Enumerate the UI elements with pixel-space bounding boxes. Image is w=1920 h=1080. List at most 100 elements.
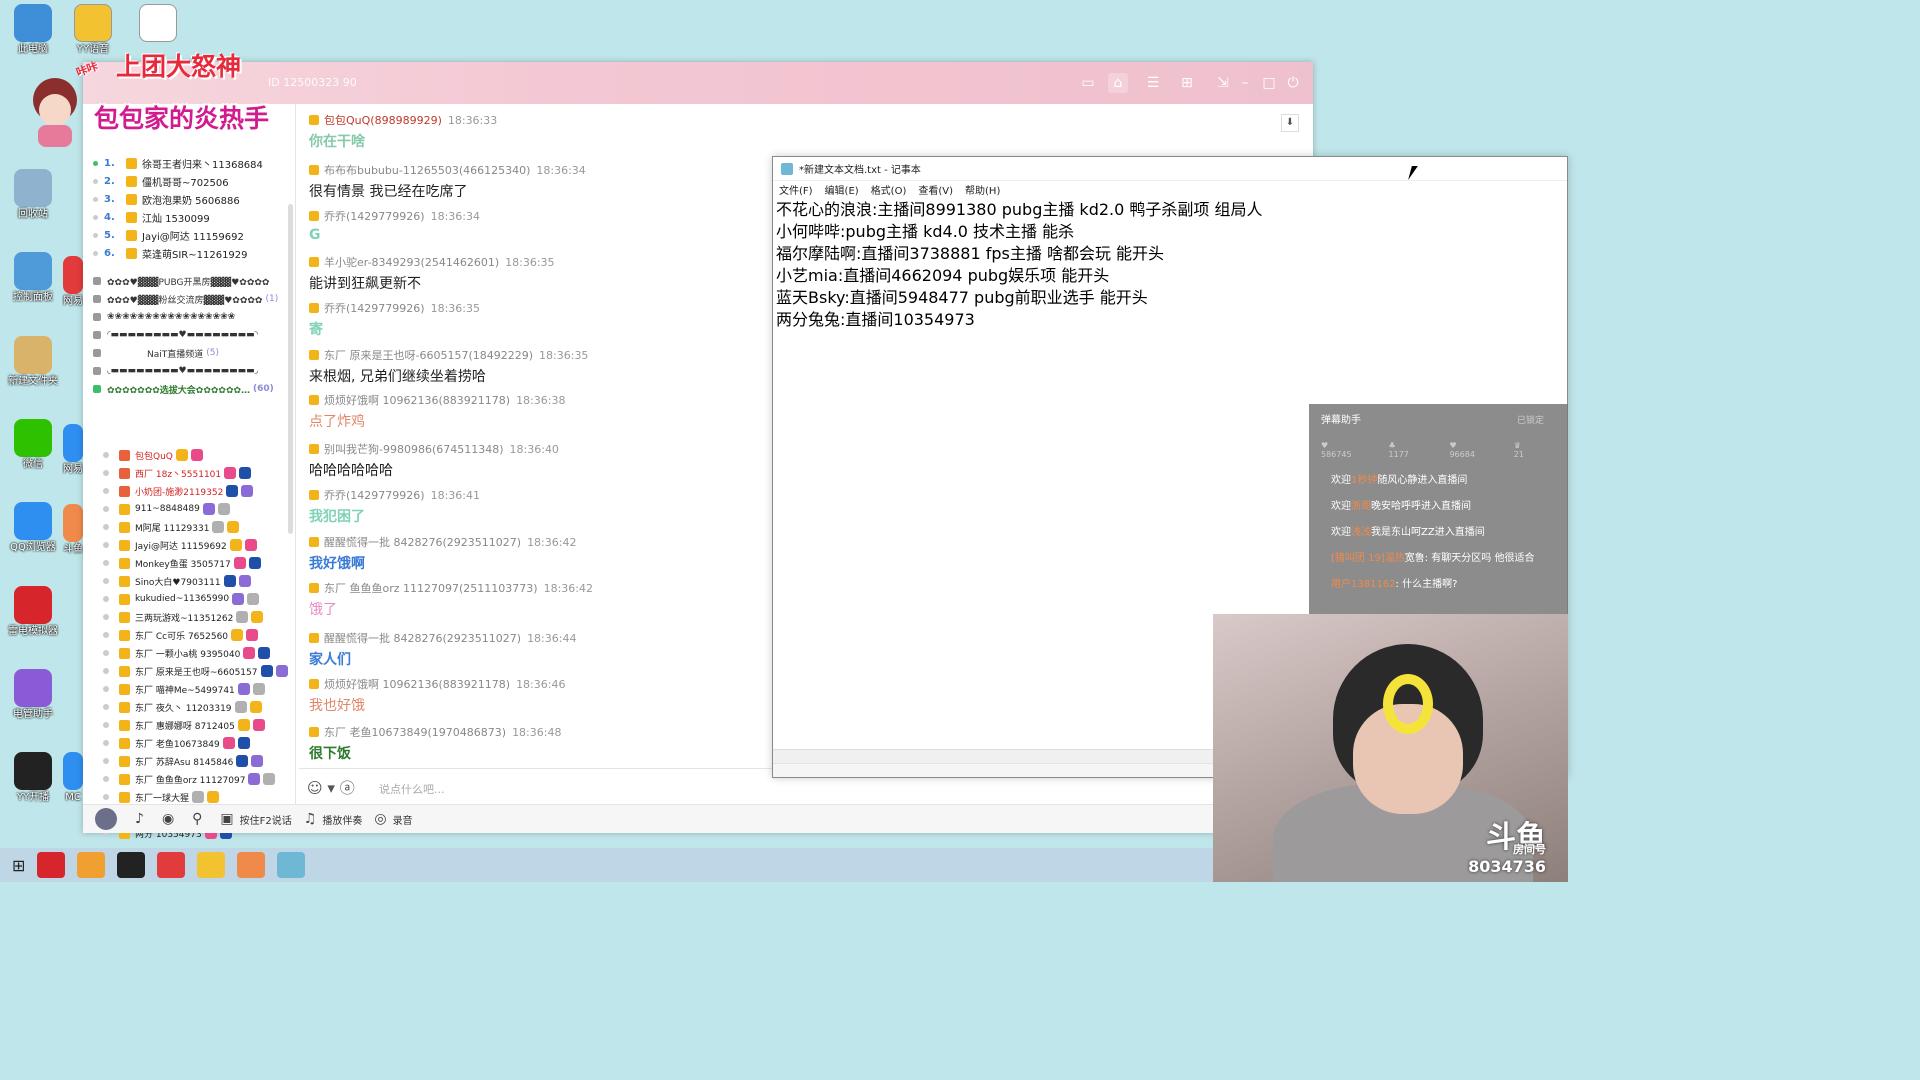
message-user[interactable]: 东厂 老鱼10673849(1970486873) [324,724,506,740]
minimize-icon[interactable]: – [1235,73,1255,93]
rank-row[interactable]: 6. 菜逢萌SIR~11261929 [93,244,283,262]
channel-row[interactable]: ✿✿✿♥▓▓▓PUBG开黑房▓▓▓♥✿✿✿✿ [93,272,288,290]
taskbar-app-icon[interactable] [77,852,106,878]
desktop-icon[interactable]: 电管助手 [0,665,66,735]
user-row[interactable]: 东厂 夜久丶 11203319 [103,698,293,716]
rank-row[interactable]: 2. 僵机哥哥~702506 [93,172,283,190]
user-row[interactable]: 东厂 鱼鱼鱼orz 11127097 [103,770,293,788]
user-row[interactable]: Monkey鱼蛋 3505717 [103,554,293,572]
maximize-icon[interactable]: □ [1259,73,1279,93]
message-user[interactable]: 醒醒慌得一批 8428276(2923511027) [324,534,521,550]
user-row[interactable]: 三两玩游戏~11351262 [103,608,293,626]
message-user[interactable]: 东厂 鱼鱼鱼orz 11127097(2511103773) [324,580,538,596]
user-row[interactable]: 包包QuQ [103,446,293,464]
channel-row[interactable]: ◟▬▬▬▬▬▬▬▬♥▬▬▬▬▬▬▬▬◞ [93,362,288,380]
message-user[interactable]: 醒醒慌得一批 8428276(2923511027) [324,630,521,646]
member-scrollbar[interactable] [288,204,293,534]
message-user[interactable]: 羊小驼er-8349293(2541462601) [324,254,499,270]
user-badge-icon [223,575,236,587]
user-row[interactable]: 东厂 惠娜娜呀 8712405 [103,716,293,734]
user-row[interactable]: M阿尾 11129331 [103,518,293,536]
home-icon[interactable]: ⌂ [1108,73,1128,93]
user-row[interactable]: kukudied~11365990 [103,590,293,608]
user-avatar[interactable] [95,808,123,830]
taskbar-app-icon[interactable] [237,852,266,878]
rank-row[interactable]: 4. 江灿 1530099 [93,208,283,226]
channel-row[interactable]: ✿✿✿♥▓▓▓粉丝交流房▓▓▓♥✿✿✿✿ (1) [93,290,288,308]
gamepad-icon[interactable]: ⊞ [1177,73,1197,93]
toolbar-item[interactable]: ◉ [162,811,180,827]
channel-row[interactable]: NaiT直播频道 (5) [93,344,288,362]
user-dot-icon [103,614,109,620]
toolbar-item[interactable]: ⚲ [192,811,208,827]
user-row[interactable]: Jayi@阿达 11159692 [103,536,293,554]
danmu-helper: 弹幕助手 已锁定 ♥ 586745 ♣ 1177 ♥ 96684 ♛ 21 欢迎1秒钟… [1309,404,1568,618]
scroll-down-icon[interactable]: ⬇ [1281,114,1299,132]
notepad-menu-item[interactable]: 帮助(H) [965,182,1000,197]
message-user[interactable]: 烦烦好饿啊 10962136(883921178) [324,392,510,408]
desktop-icon[interactable]: 雷电模拟器 [0,582,66,652]
user-row[interactable]: 东厂 老鱼10673849 [103,734,293,752]
user-row[interactable]: 小奶团-施渺2119352 [103,482,293,500]
channel-row[interactable]: ◜▬▬▬▬▬▬▬▬♥▬▬▬▬▬▬▬▬◝ [93,326,288,344]
minimize-down-icon[interactable]: ⇲ [1213,73,1233,93]
rank-row[interactable]: 5. Jayi@阿达 11159692 [93,226,283,244]
toolbar-item[interactable]: ◎ 录音 [374,811,412,827]
message-user[interactable]: 布布布bububu-11265503(466125340) [324,162,530,178]
start-icon[interactable]: ⊞ [12,856,25,875]
taskbar-app-icon[interactable] [117,852,146,878]
message-user[interactable]: 乔乔(1429779926) [324,487,425,503]
desktop-icon[interactable]: 微信 [0,415,66,485]
message-user[interactable]: 包包QuQ(898989929) [324,112,442,128]
taskbar-app-icon[interactable] [37,852,66,878]
desktop-icon-label: 电管助手 [13,709,53,720]
desktop-icon[interactable]: 斗鱼 [62,500,84,570]
user-row[interactable]: Sino大白♥7903111 [103,572,293,590]
rank-row[interactable]: 1. 徐哥王者归来丶11368684 [93,154,283,172]
user-badge-icon [247,593,260,605]
desktop-icon[interactable]: 控制面板 [0,248,66,318]
notepad-menu-item[interactable]: 文件(F) [779,182,813,197]
channel-name: NaiT直播频道 [147,349,204,360]
message-header: 乔乔(1429779926) 18:36:34 [309,208,769,224]
user-row[interactable]: 911~8848489 [103,500,293,518]
toolbar-item[interactable]: ♪ [135,811,150,827]
desktop-icon[interactable]: MC [62,748,84,818]
desktop-icon[interactable]: 此电脑 [0,0,66,70]
screen-icon[interactable]: ▭ [1078,73,1098,93]
rank-row[interactable]: 3. 欧泡泡果奶 5606886 [93,190,283,208]
desktop-icon[interactable]: QQ浏览器 [0,498,66,568]
taskbar-app-icon[interactable] [157,852,186,878]
message-user[interactable]: 别叫我芒狗-9980986(674511348) [324,441,504,457]
user-name: 三两玩游戏~11351262 [135,613,234,624]
user-row[interactable]: 东厂 一颗小a桃 9395040 [103,644,293,662]
user-row[interactable]: 东厂 苏辞Asu 8145846 [103,752,293,770]
stat-value: 21 [1513,450,1524,459]
taskbar-app-icon[interactable] [197,852,226,878]
channel-row[interactable]: ❀❀❀❀❀❀❀❀❀❀❀❀❀❀❀❀❀ [93,308,288,326]
desktop-icon[interactable]: 网易 [62,252,84,322]
list-icon[interactable]: ☰ [1143,73,1163,93]
danmu-locked[interactable]: 已锁定 [1517,413,1544,426]
notepad-menu-item[interactable]: 格式(O) [871,182,907,197]
message-user[interactable]: 东厂 原来是王也呀-6605157(18492229) [324,347,533,363]
desktop-icon[interactable]: 新建文件夹 [0,332,66,402]
user-row[interactable]: 东厂 Cc可乐 7652560 [103,626,293,644]
message-user[interactable]: 乔乔(1429779926) [324,208,425,224]
channel-row[interactable]: ✿✿✿✿✿✿✿选拔大会✿✿✿✿✿✿… (60) [93,380,288,398]
user-row[interactable]: 东厂 原来是王也呀~6605157 [103,662,293,680]
message-user[interactable]: 烦烦好饿啊 10962136(883921178) [324,676,510,692]
user-row[interactable]: 西厂 18z丶5551101 [103,464,293,482]
user-row[interactable]: 东厂 喵神Me~5499741 [103,680,293,698]
message-user[interactable]: 乔乔(1429779926) [324,300,425,316]
notepad-menu-item[interactable]: 编辑(E) [825,182,859,197]
emoji-icon[interactable]: ☺ ▾ ⓐ [307,777,355,798]
power-icon[interactable]: ⏻ [1283,73,1303,93]
desktop-icon[interactable]: 网易 [62,420,84,490]
toolbar-item[interactable]: ▣ 按住F2说话 [220,811,291,827]
desktop-icon[interactable]: 回收站 [0,165,66,235]
taskbar-app-icon[interactable] [277,852,306,878]
desktop-icon[interactable]: YY开播 [0,748,66,818]
notepad-menu-item[interactable]: 查看(V) [918,182,953,197]
toolbar-item[interactable]: ♫ 播放伴奏 [304,811,363,827]
